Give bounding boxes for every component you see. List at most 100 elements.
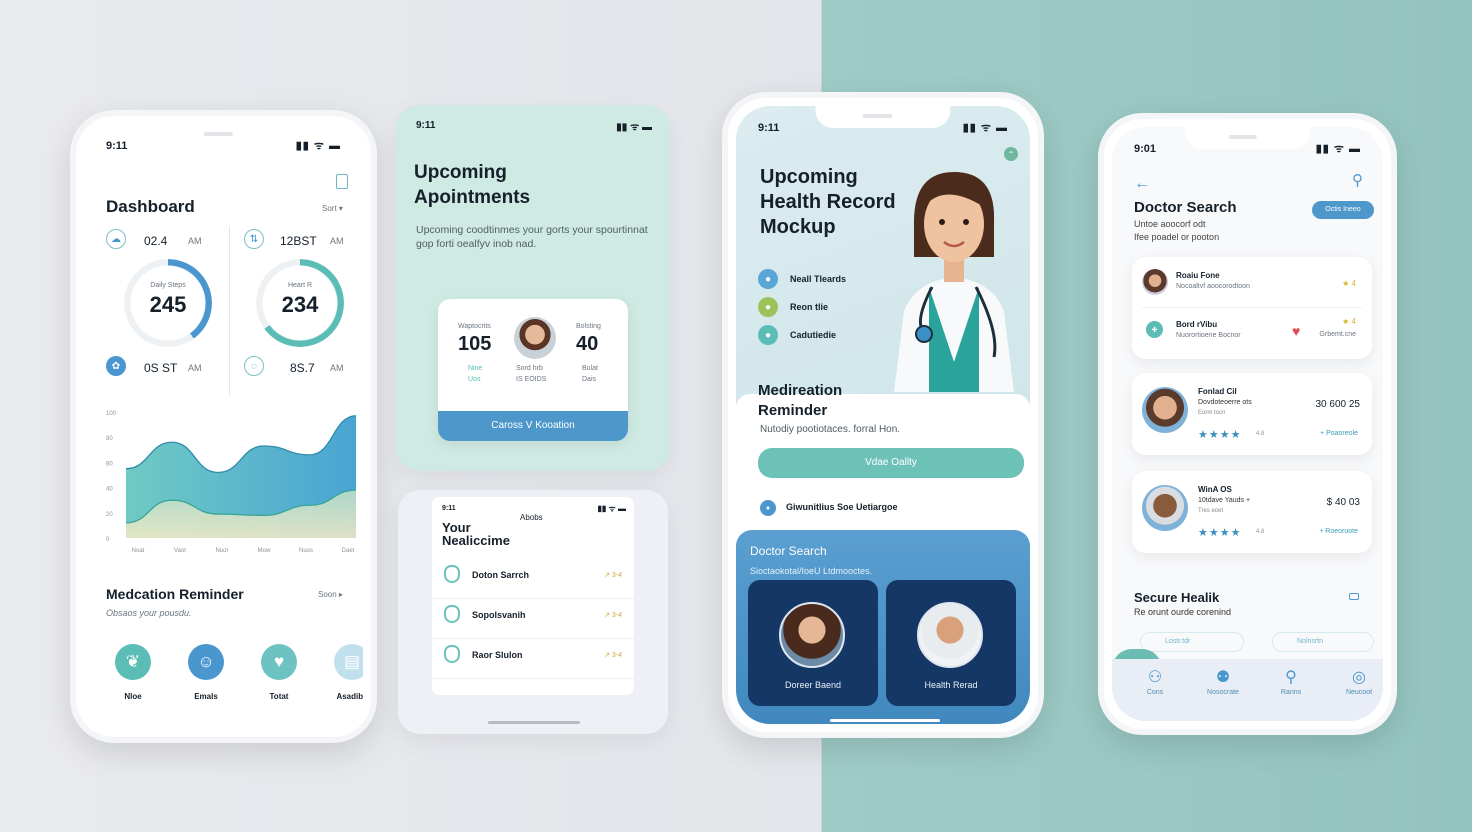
search-icon[interactable]: ⚲ xyxy=(1352,171,1363,189)
stat-sub: Sord hrb xyxy=(516,365,543,372)
nav-label: Neucoot xyxy=(1345,689,1373,696)
favorite-heart-icon[interactable]: ♥ xyxy=(1292,323,1300,339)
shortcut-totat[interactable]: ♥ Totat xyxy=(254,644,304,714)
section-subtitle: Obsaos your pousdu. xyxy=(106,608,192,618)
subtitle-2: Ifee poadel or pooton xyxy=(1134,232,1220,242)
card-title-line2: Nealiccime xyxy=(442,533,510,548)
item-label: Sopolsvanih xyxy=(472,610,526,620)
back-arrow-icon[interactable]: ← xyxy=(1134,175,1150,193)
stat-value: 0S ST xyxy=(144,361,178,375)
item-label: Doton Sarrch xyxy=(472,570,530,580)
clipboard-icon[interactable] xyxy=(336,174,348,189)
book-appointment-button[interactable]: Caross V Kooation xyxy=(438,411,628,441)
section-title-line1: Medireation xyxy=(758,382,843,399)
doctor-name: Roaiu Fone xyxy=(1176,271,1220,280)
doctor-card[interactable]: Doreer Baend xyxy=(748,580,878,706)
doctor-name: WinA OS xyxy=(1198,485,1232,494)
doctor-avatar xyxy=(514,317,556,359)
feature-label[interactable]: Neall Tleards xyxy=(790,274,846,284)
status-time: 9:11 xyxy=(106,140,128,152)
stat-unit: AM xyxy=(188,363,202,373)
doctor-desc: Dovdoteoerre ots xyxy=(1198,399,1252,406)
doctor-desc-2: Eorm tocn xyxy=(1198,410,1226,416)
add-doctor-button[interactable]: + Poaoreole xyxy=(1320,430,1358,437)
list-item[interactable]: Sopolsvanih ↗ 3-4 xyxy=(432,599,634,639)
stat-value: 40 xyxy=(576,333,599,355)
doctor-name: Fonlad Cil xyxy=(1198,387,1237,396)
item-trend: ↗ 3-4 xyxy=(604,612,622,619)
home-indicator xyxy=(488,721,580,724)
health-area-chart: 100 80 60 40 20 0 Noat Vaot Nuor Mow Nuos Daet xyxy=(106,411,357,554)
doctor-desc-2: Tres eoet xyxy=(1198,508,1224,514)
doctor-result-card[interactable]: Fonlad Cil Dovdoteoerre ots Eorm tocn ★★★★ 4… xyxy=(1132,373,1372,455)
doctor-desc: 10tdave Yauds + xyxy=(1198,497,1251,504)
shortcut-label: Asadibe xyxy=(336,692,363,701)
doctor-card[interactable]: Health Rerad xyxy=(886,580,1016,706)
list-item[interactable]: Raor Slulon ↗ 3-4 xyxy=(432,639,634,679)
doctor-price: $ 40 03 xyxy=(1326,497,1360,508)
shortcut-asadibe[interactable]: ▤ Asadibe xyxy=(327,644,363,714)
nav-account[interactable]: ◎ Neucoot xyxy=(1330,667,1383,707)
y-tick-label: 60 xyxy=(106,461,113,467)
x-tick-label: Noat xyxy=(132,548,145,554)
doctor-label: Health Rerad xyxy=(924,680,978,690)
y-tick-label: 40 xyxy=(106,487,113,493)
video-call-button[interactable]: Vdae Oallty xyxy=(758,448,1024,478)
feature-label[interactable]: Cadutiedie xyxy=(790,330,836,340)
nav-user[interactable]: ⚇ Cons xyxy=(1126,667,1184,707)
shortcut-label: Emals xyxy=(194,692,218,701)
page-title: Dashboard xyxy=(106,197,195,216)
stat-icon: ✿ xyxy=(106,356,126,376)
see-more-link[interactable]: Soon ▸ xyxy=(318,590,343,599)
status-icons: ▮▮ ᯤ ▬ xyxy=(616,122,652,133)
nav-search[interactable]: ⚲ Ranns xyxy=(1262,667,1320,707)
divider xyxy=(229,226,230,396)
section-title: Secure Healik xyxy=(1134,590,1220,605)
feature-label[interactable]: Reon tlie xyxy=(790,302,828,312)
subtitle-1: Untoe aoocorf odt xyxy=(1134,219,1206,229)
panel-title: Doctor Search xyxy=(750,544,827,558)
stat-sub: IS EOIDS xyxy=(516,376,547,383)
robot-icon: ☺ xyxy=(188,644,224,680)
shortcut-nloe[interactable]: ❦ Nloe xyxy=(108,644,158,714)
stat-sub: Nine xyxy=(468,365,483,372)
recent-doctors-card: Roaiu Fone Nocoaltvf aoocorodtoon ★ 4 ✚ … xyxy=(1132,257,1372,359)
filter-chip[interactable]: Octis Ineeo xyxy=(1312,201,1374,219)
doctor-icon[interactable]: ✚ xyxy=(1146,321,1163,338)
login-pill[interactable]: Lostr.tdr xyxy=(1140,632,1244,652)
heart-hands-icon: ❦ xyxy=(115,644,151,680)
title-line3: Mockup xyxy=(760,216,836,238)
card-description: Upcoming coodtinmes your gorts your spou… xyxy=(416,224,648,250)
header-label: Abobs xyxy=(520,513,543,522)
rating-value: 4.8 xyxy=(1256,431,1265,437)
doctor-result-card[interactable]: WinA OS 10tdave Yauds + Tres eoet ★★★★ 4.8 $ … xyxy=(1132,471,1372,553)
stat-icon: ☁ xyxy=(106,229,126,249)
list-item[interactable]: Doton Sarrch ↗ 3-4 xyxy=(432,559,634,599)
stat-value: 105 xyxy=(458,333,492,355)
ring-value: 234 xyxy=(281,292,319,317)
stat-icon: ⇅ xyxy=(244,229,264,249)
star-rating: ★★★★ xyxy=(1198,429,1242,441)
shortcut-emals[interactable]: ☺ Emals xyxy=(181,644,231,714)
doctor-illustration xyxy=(894,172,1014,392)
x-tick-label: Nuos xyxy=(299,548,313,554)
page-title: Doctor Search xyxy=(1134,199,1237,216)
y-tick-label: 80 xyxy=(106,436,113,442)
nav-label: Ranns xyxy=(1280,689,1302,696)
status-time: 9:11 xyxy=(416,120,436,131)
up-arrow-icon[interactable]: ⌃ xyxy=(1004,147,1018,161)
nav-group[interactable]: ⚉ Nosocrate xyxy=(1194,667,1252,707)
shortcut-label: Nloe xyxy=(124,692,142,701)
doctor-label: Doreer Baend xyxy=(784,680,842,690)
search-pill[interactable]: Nolnsrtn xyxy=(1272,632,1374,652)
add-doctor-button[interactable]: + Roeoruote xyxy=(1319,528,1358,535)
item-trend: ↗ 3-4 xyxy=(604,572,622,579)
rating: ★ 4 xyxy=(1342,279,1356,288)
group-icon: ⚉ xyxy=(1215,669,1231,686)
x-tick-label: Vaot xyxy=(174,548,186,554)
sort-dropdown[interactable]: Sort ▾ xyxy=(322,204,343,213)
stat-sub: Dais xyxy=(582,376,597,383)
feature-icon: ● xyxy=(758,297,778,317)
doctor-avatar[interactable] xyxy=(1142,269,1168,295)
lock-icon xyxy=(1349,593,1359,600)
